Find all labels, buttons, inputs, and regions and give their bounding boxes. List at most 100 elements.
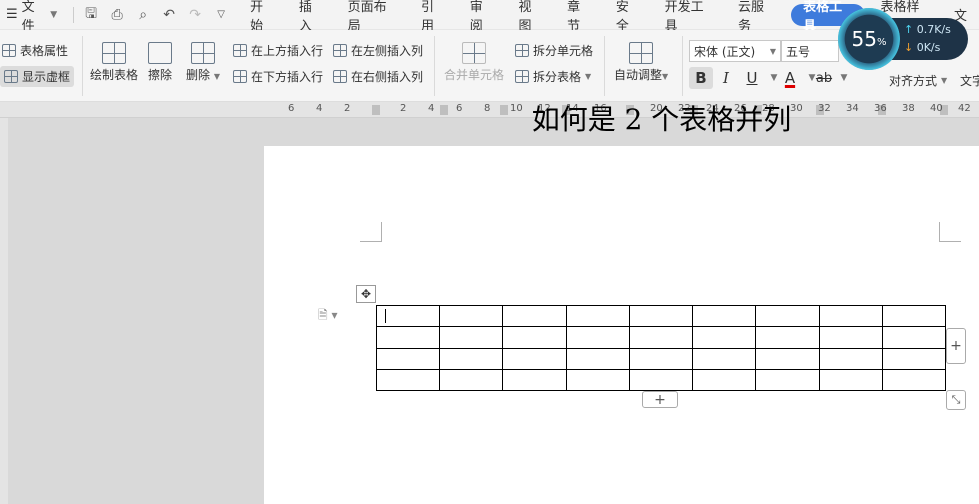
table-move-handle-icon[interactable]: ✥ [356,285,376,303]
split-table-button[interactable]: 拆分表格 ▼ [515,68,591,85]
speed-gauge: 55% [838,8,900,70]
table-cell[interactable] [818,326,883,349]
speed-percent: 55 [851,27,877,51]
bold-button[interactable]: B [689,67,713,89]
tab-references[interactable]: 引用 [409,0,458,34]
tab-home[interactable]: 开始 [238,0,287,34]
undo-icon[interactable]: ↶ [158,4,180,26]
table-cell[interactable] [628,368,694,392]
page-margin-marker [939,222,961,242]
table-cell[interactable] [692,347,757,370]
tab-security[interactable]: 安全 [604,0,653,34]
insert-row-above-button[interactable]: 在上方插入行 [233,42,323,59]
table-cell[interactable] [692,368,757,392]
show-gridlines-button[interactable]: 显示虚框 [0,66,75,87]
add-row-button[interactable]: + [642,391,678,408]
table-cell[interactable] [628,347,694,370]
redo-icon[interactable]: ↷ [184,4,206,26]
merge-cells-button[interactable]: 合并单元格 [444,42,504,83]
table-cell[interactable] [818,368,883,392]
underline-button[interactable]: U [740,67,764,89]
network-speed-widget[interactable]: ↑ 0.7K/s ↓ 0K/s 55% [838,8,978,70]
speed-readout: ↑ 0.7K/s ↓ 0K/s [888,18,968,60]
erase-button[interactable]: 擦除 [148,42,172,83]
table-cell[interactable] [818,304,883,328]
font-color-button[interactable]: A [778,67,802,89]
table-cell[interactable] [755,304,820,328]
save-icon[interactable]: 🖫 [80,4,102,26]
draw-table-button[interactable]: 绘制表格 [90,42,138,83]
insert-col-left-label: 在左侧插入列 [351,44,424,58]
ribbon-toolbar: 表格属性 显示虚框 绘制表格 擦除 删除 ▼ 在上方插入行 在下方插入行 在左侧… [0,30,979,102]
paragraph-layout-icon[interactable]: 🗎 ▾ [318,306,338,327]
table-cell[interactable] [755,347,820,370]
document-table[interactable] [375,304,947,392]
table-resize-icon[interactable]: ⤡ [946,390,966,410]
table-cell[interactable] [565,347,630,370]
table-cell[interactable] [628,304,694,328]
table-cell[interactable] [502,326,567,349]
insert-row-below-button[interactable]: 在下方插入行 [233,68,323,85]
align-button[interactable]: 对齐方式 ▼ [889,72,947,89]
font-size-select[interactable]: 五号 [781,40,839,62]
font-name-select[interactable]: 宋体 (正文) ▼ [689,40,781,62]
table-cell[interactable] [628,326,694,349]
vertical-ruler[interactable] [0,118,8,504]
table-cell[interactable] [565,368,630,392]
divider [82,36,83,96]
table-cell[interactable] [439,304,504,328]
table-cell[interactable] [502,368,567,392]
table-cell[interactable] [692,326,757,349]
table-cell[interactable] [881,304,947,328]
merge-cells-icon [462,42,486,64]
table-cell[interactable] [439,368,504,392]
print-preview-icon[interactable]: ⌕ [132,4,154,26]
table-cell[interactable] [881,326,947,349]
page-margin-marker [360,222,382,242]
table-cell[interactable] [375,347,441,370]
customize-toolbar-icon[interactable]: ▽ [210,4,232,26]
table-cell[interactable] [818,347,883,370]
table-cell[interactable] [692,304,757,328]
table-properties-button[interactable]: 表格属性 [2,42,68,59]
table-cell[interactable] [565,304,630,328]
file-menu[interactable]: ☰ 文件 ▼ [0,0,65,34]
tab-cloud[interactable]: 云服务 [726,0,787,34]
add-column-button[interactable]: + [946,328,966,364]
delete-button[interactable]: 删除 ▼ [186,42,220,83]
table-cell[interactable] [565,326,630,349]
split-cells-icon [515,44,529,57]
print-icon[interactable]: ⎙ [106,4,128,26]
chevron-down-icon: ▼ [941,76,948,85]
tab-chapter[interactable]: 章节 [555,0,604,34]
tab-view[interactable]: 视图 [506,0,555,34]
insert-col-left-button[interactable]: 在左侧插入列 [333,42,423,59]
tab-developer[interactable]: 开发工具 [653,0,726,34]
tab-review[interactable]: 审阅 [458,0,507,34]
split-cells-button[interactable]: 拆分单元格 [515,42,593,59]
table-cell[interactable] [439,347,504,370]
table-cell[interactable] [375,304,441,328]
highlight-label: ab [815,70,833,86]
text-direction-button[interactable]: 文字 [960,72,979,89]
chevron-down-icon[interactable]: ▼ [832,67,856,89]
auto-fit-button[interactable]: 自动调整▼ [614,42,668,83]
document-title[interactable]: 如何是 2 个表格并列 [264,98,979,138]
insert-row-above-icon [233,44,247,57]
table-cell[interactable] [375,326,441,349]
table-cell[interactable] [439,326,504,349]
table-cell[interactable] [502,347,567,370]
split-table-label: 拆分表格 [533,70,582,84]
tab-insert[interactable]: 插入 [287,0,336,34]
merge-cells-label: 合并单元格 [444,68,505,82]
table-cell[interactable] [881,368,947,392]
insert-col-right-button[interactable]: 在右侧插入列 [333,68,423,85]
table-cell[interactable] [755,326,820,349]
table-cell[interactable] [375,368,441,392]
table-cell[interactable] [755,368,820,392]
italic-button[interactable]: I [714,67,738,89]
tab-page-layout[interactable]: 页面布局 [336,0,409,34]
table-cell[interactable] [881,347,947,370]
table-cell[interactable] [502,304,567,328]
table-properties-label: 表格属性 [20,44,69,58]
